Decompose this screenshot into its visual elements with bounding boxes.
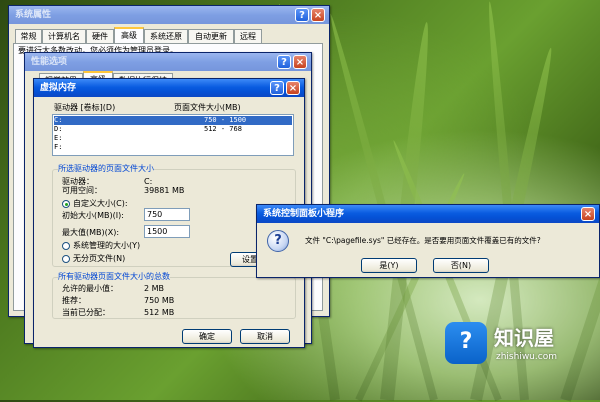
pagefile-size: 750 - 1500 [204, 116, 247, 124]
no-paging-radio[interactable] [62, 255, 70, 263]
list-item[interactable]: C: 750 - 1500 [54, 116, 292, 125]
system-properties-title: 系统属性 [15, 10, 52, 20]
drive-letter: C: [54, 116, 63, 124]
ok-button[interactable]: 确定 [182, 329, 232, 344]
performance-options-title: 性能选项 [31, 57, 68, 67]
free-space-value: 39881 MB [144, 186, 185, 195]
drive-letter: F: [54, 143, 63, 151]
performance-options-titlebar[interactable]: 性能选项 [25, 53, 311, 71]
help-button[interactable]: ? [270, 81, 284, 95]
watermark-url: zhishiwu.com [496, 352, 557, 362]
drive-letter: D: [54, 125, 63, 133]
list-item[interactable]: F: [54, 143, 292, 152]
close-button[interactable]: × [581, 207, 595, 221]
tab-remote[interactable]: 远程 [234, 29, 262, 44]
confirm-dialog: 系统控制面板小程序 × ? 文件 "C:\pagefile.sys" 已经存在。… [256, 204, 600, 278]
close-button[interactable]: × [293, 55, 307, 69]
column-header-pagefile: 页面文件大小(MB) [174, 103, 241, 112]
confirm-message: 文件 "C:\pagefile.sys" 已经存在。是否要用页面文件覆盖已有的文… [305, 236, 541, 245]
yes-button[interactable]: 是(Y) [361, 258, 417, 273]
close-button[interactable]: × [286, 81, 300, 95]
list-item[interactable]: D: 512 - 768 [54, 125, 292, 134]
tab-auto-update[interactable]: 自动更新 [188, 29, 234, 44]
custom-size-label: 自定义大小(C): [73, 199, 128, 208]
system-managed-radio[interactable] [62, 242, 70, 250]
drive-letter: E: [54, 134, 63, 142]
max-size-input[interactable]: 1500 [144, 225, 190, 238]
recommended-label: 推荐： [62, 296, 86, 305]
bulb-icon: ? [445, 322, 487, 364]
no-button[interactable]: 否(N) [433, 258, 489, 273]
help-button[interactable]: ? [295, 8, 309, 22]
initial-size-label: 初始大小(MB)(I): [62, 211, 124, 220]
close-button[interactable]: × [311, 8, 325, 22]
tab-system-restore[interactable]: 系统还原 [144, 29, 188, 44]
current-label: 当前已分配： [62, 308, 110, 317]
tab-hardware[interactable]: 硬件 [86, 29, 114, 44]
min-label: 允许的最小值： [62, 284, 118, 293]
confirm-dialog-titlebar[interactable]: 系统控制面板小程序 [257, 205, 599, 223]
cancel-button[interactable]: 取消 [240, 329, 290, 344]
question-icon: ? [267, 230, 289, 252]
min-value: 2 MB [144, 284, 165, 293]
system-managed-label: 系统管理的大小(Y) [73, 241, 141, 250]
tab-computer-name[interactable]: 计算机名 [42, 29, 86, 44]
system-properties-titlebar[interactable]: 系统属性 [9, 6, 329, 24]
no-paging-label: 无分页文件(N) [73, 254, 126, 263]
drive-list[interactable]: C: 750 - 1500 D: 512 - 768 E: F: [52, 114, 294, 156]
current-value: 512 MB [144, 308, 175, 317]
selected-drive-group-title: 所选驱动器的页面文件大小 [58, 164, 154, 174]
virtual-memory-titlebar[interactable]: 虚拟内存 [34, 79, 304, 97]
confirm-dialog-title: 系统控制面板小程序 [263, 209, 345, 219]
tab-general[interactable]: 常规 [15, 29, 42, 44]
pagefile-size: 512 - 768 [204, 125, 242, 133]
total-group-title: 所有驱动器页面文件大小的总数 [58, 272, 170, 282]
help-button[interactable]: ? [277, 55, 291, 69]
watermark-brand: 知识屋 [494, 326, 554, 350]
virtual-memory-title: 虚拟内存 [40, 83, 77, 93]
recommended-value: 750 MB [144, 296, 175, 305]
initial-size-input[interactable]: 750 [144, 208, 190, 221]
tab-advanced[interactable]: 高级 [114, 27, 144, 44]
free-space-label: 可用空间： [62, 186, 102, 195]
custom-size-radio[interactable] [62, 200, 70, 208]
list-item[interactable]: E: [54, 134, 292, 143]
max-size-label: 最大值(MB)(X): [62, 228, 120, 237]
column-header-drive: 驱动器 [卷标](D) [54, 103, 116, 112]
